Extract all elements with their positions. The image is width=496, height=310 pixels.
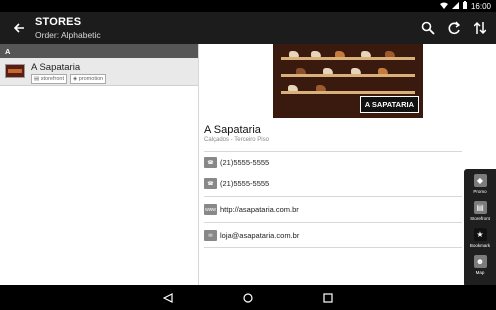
- store-detail: A SAPATARIA A Sapataria Calçados - Terce…: [200, 44, 496, 287]
- status-bar: 16:00: [0, 0, 496, 12]
- promotion-tag: ◈ promotion: [69, 74, 107, 84]
- battery-icon: [462, 1, 467, 11]
- promo-button[interactable]: ◆ Promo: [467, 174, 493, 198]
- back-arrow-icon[interactable]: [11, 20, 27, 36]
- list-item[interactable]: A Sapataria ▤ storefront ◈ promotion: [0, 58, 198, 86]
- map-icon: ☻: [473, 255, 487, 268]
- sort-icon[interactable]: [472, 19, 488, 37]
- cellular-icon: [451, 1, 459, 11]
- map-button[interactable]: ☻ Map: [467, 255, 493, 279]
- page-subtitle: Order: Alphabetic: [35, 30, 101, 40]
- storefront-icon: ▤: [473, 201, 487, 214]
- system-nav-bar: [0, 285, 496, 310]
- star-icon: ★: [473, 228, 487, 241]
- bookmark-button[interactable]: ★ Bookmark: [467, 228, 493, 252]
- phone-icon: ☎: [204, 157, 217, 168]
- store-name: A Sapataria: [31, 62, 81, 73]
- app-bar: STORES Order: Alphabetic: [0, 12, 496, 44]
- phone-icon: ☎: [204, 178, 217, 189]
- store-list: A A Sapataria ▤ storefront ◈ promotion: [0, 44, 199, 285]
- store-category: Calçados - Terceiro Piso: [204, 137, 269, 143]
- email-row[interactable]: ✉ loja@asapataria.com.br: [204, 230, 299, 241]
- nav-home-icon[interactable]: [243, 292, 253, 303]
- action-sidebar: ◆ Promo ▤ Storefront ★ Bookmark ☻ Map: [464, 169, 496, 287]
- nav-recents-icon[interactable]: [323, 292, 333, 303]
- store-title: A Sapataria: [204, 124, 261, 136]
- tag-icon: ◆: [473, 174, 487, 187]
- store-image: A SAPATARIA: [273, 44, 423, 118]
- website-row[interactable]: www http://asapataria.com.br: [204, 204, 299, 215]
- phone-row[interactable]: ☎ (21)5555-5555: [204, 178, 269, 189]
- phone-row[interactable]: ☎ (21)5555-5555: [204, 157, 269, 168]
- nav-back-icon[interactable]: [163, 292, 173, 303]
- mail-icon: ✉: [204, 230, 217, 241]
- search-icon[interactable]: [420, 19, 436, 37]
- storefront-tag: ▤ storefront: [31, 74, 67, 84]
- status-time: 16:00: [470, 1, 491, 11]
- storefront-button[interactable]: ▤ Storefront: [467, 201, 493, 225]
- store-thumbnail: [5, 64, 25, 78]
- section-header: A: [0, 44, 198, 58]
- store-logo: A SAPATARIA: [359, 96, 419, 113]
- page-title: STORES: [35, 16, 82, 28]
- refresh-icon[interactable]: [446, 19, 462, 37]
- web-icon: www: [204, 204, 217, 215]
- wifi-icon: [439, 2, 448, 11]
